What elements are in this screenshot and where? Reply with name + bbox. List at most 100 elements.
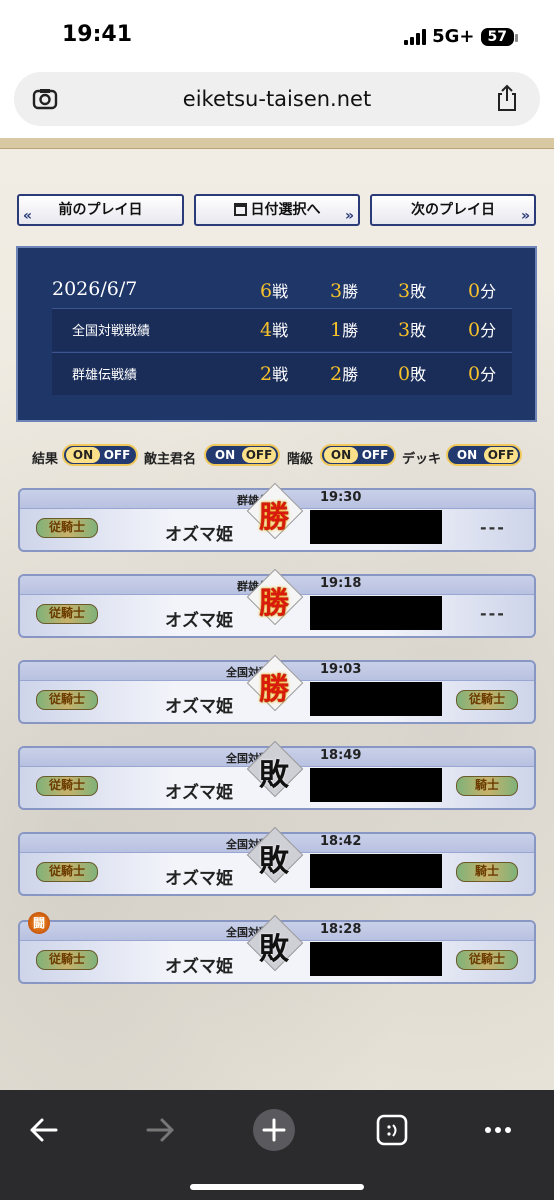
player-name: オズマ姫 [165, 869, 233, 889]
double-chevron-right-icon: » [520, 208, 530, 224]
my-rank-emblem: 従騎士 [30, 856, 104, 886]
double-chevron-right-icon: » [344, 208, 354, 224]
loss-badge: 敗 [246, 740, 304, 798]
enemy-name-toggle[interactable]: ON OFF [204, 444, 280, 466]
opponent-rank-emblem: 騎士 [450, 770, 524, 800]
home-indicator[interactable] [190, 1184, 364, 1190]
redacted-opponent [310, 942, 442, 976]
total-losses: 3敗 [398, 280, 427, 302]
date-select-label: 日付選択へ [250, 202, 321, 218]
status-time: 19:41 [62, 22, 133, 47]
display-toggles: 結果 ON OFF 敵主君名 ON OFF 階級 ON OFF デッキ ON O… [0, 444, 554, 468]
toggle-on: ON [324, 447, 358, 463]
summary-date: 2026/6/7 [52, 278, 138, 300]
fight-flame-icon: 闘 [28, 912, 50, 934]
toggle-label-enemy-name: 敵主君名 [144, 452, 197, 467]
total-wins: 3勝 [330, 280, 359, 302]
opponent-rank: --- [480, 518, 506, 537]
deck-toggle[interactable]: ON OFF [446, 444, 522, 466]
opponent-rank: --- [480, 604, 506, 623]
match-time: 19:18 [320, 576, 362, 591]
loss-badge: 敗 [246, 826, 304, 884]
my-rank-emblem: 従騎士 [30, 944, 104, 974]
toggle-on: ON [456, 448, 478, 462]
forward-arrow-icon[interactable] [138, 1108, 182, 1152]
new-tab-icon[interactable] [252, 1108, 296, 1152]
redacted-opponent [310, 510, 442, 544]
match-card[interactable]: 全国対戦 18:42 従騎士 オズマ姫 敗 騎士 [18, 826, 536, 896]
match-time: 19:30 [320, 490, 362, 505]
opponent-rank-emblem: 従騎士 [450, 684, 524, 714]
stats-row-label: 全国対戦戦績 [72, 324, 151, 339]
prev-play-day-button[interactable]: « 前のプレイ日 [17, 194, 184, 226]
url-text[interactable]: eiketsu-taisen.net [14, 87, 540, 111]
prev-play-day-label: 前のプレイ日 [58, 202, 143, 218]
toggle-label-rank: 階級 [287, 452, 314, 467]
gunyuden-battles: 2戦 [260, 363, 289, 385]
toggle-on: ON [214, 448, 236, 462]
gunyuden-draws: 0分 [468, 363, 497, 385]
national-battles: 4戦 [260, 319, 289, 341]
toggle-on: ON [66, 447, 100, 463]
my-rank-emblem: 従騎士 [30, 512, 104, 542]
double-chevron-left-icon: « [23, 208, 33, 224]
browser-address-area: eiketsu-taisen.net [0, 66, 554, 138]
player-name: オズマ姫 [165, 783, 233, 803]
opponent-rank-emblem: 騎士 [450, 856, 524, 886]
toggle-label-result: 結果 [32, 452, 59, 467]
match-card[interactable]: 闘 全国対戦 18:28 従騎士 オズマ姫 敗 従騎士 [18, 912, 536, 984]
win-badge: 勝 [246, 482, 304, 540]
win-badge: 勝 [246, 654, 304, 712]
redacted-opponent [310, 596, 442, 630]
share-icon[interactable] [494, 84, 520, 112]
redacted-opponent [310, 682, 442, 716]
my-rank-emblem: 従騎士 [30, 684, 104, 714]
calendar-icon [233, 203, 247, 216]
result-toggle[interactable]: ON OFF [62, 444, 138, 466]
next-play-day-button[interactable]: 次のプレイ日 » [370, 194, 536, 226]
date-select-button[interactable]: 日付選択へ » [194, 194, 360, 226]
player-name: オズマ姫 [165, 611, 233, 631]
rank-toggle[interactable]: ON OFF [320, 444, 396, 466]
tabs-icon[interactable] [370, 1108, 414, 1152]
battery-icon: 57 [480, 27, 519, 46]
my-rank-emblem: 従騎士 [30, 598, 104, 628]
toggle-off: OFF [103, 448, 131, 462]
gunyuden-losses: 0敗 [398, 363, 427, 385]
status-indicators: 5G+ 57 [404, 26, 519, 47]
status-bar: 19:41 5G+ 57 [0, 0, 554, 70]
player-name: オズマ姫 [165, 957, 233, 977]
match-card[interactable]: 群雄伝 19:30 従騎士 オズマ姫 勝 --- [18, 482, 536, 552]
opponent-rank-emblem: 従騎士 [450, 944, 524, 974]
redacted-opponent [310, 854, 442, 888]
total-battles: 6戦 [260, 280, 289, 302]
national-wins: 1勝 [330, 319, 359, 341]
address-bar[interactable]: eiketsu-taisen.net [14, 72, 540, 126]
page-content: « 前のプレイ日 日付選択へ » 次のプレイ日 » 2026/6/7 6戦 3勝… [0, 138, 554, 1090]
stats-row-label: 群雄伝戦績 [72, 368, 138, 383]
match-time: 18:42 [320, 834, 362, 849]
toggle-label-deck: デッキ [402, 452, 442, 467]
back-arrow-icon[interactable] [22, 1108, 66, 1152]
match-time: 19:03 [320, 662, 362, 677]
total-draws: 0分 [468, 280, 497, 302]
redacted-opponent [310, 768, 442, 802]
my-rank-emblem: 従騎士 [30, 770, 104, 800]
network-label: 5G+ [432, 26, 475, 47]
match-time: 18:49 [320, 748, 362, 763]
win-badge: 勝 [246, 568, 304, 626]
match-time: 18:28 [320, 922, 362, 937]
player-name: オズマ姫 [165, 525, 233, 545]
more-icon[interactable] [476, 1108, 520, 1152]
national-losses: 3敗 [398, 319, 427, 341]
match-card[interactable]: 全国対戦 19:03 従騎士 オズマ姫 勝 従騎士 [18, 654, 536, 724]
player-name: オズマ姫 [165, 697, 233, 717]
stats-summary: 2026/6/7 6戦 3勝 3敗 0分 全国対戦戦績 4戦 1勝 3敗 0分 … [16, 246, 537, 422]
match-card[interactable]: 群雄伝 19:18 従騎士 オズマ姫 勝 --- [18, 568, 536, 638]
national-draws: 0分 [468, 319, 497, 341]
loss-badge: 敗 [246, 914, 304, 972]
top-border [0, 138, 554, 149]
match-card[interactable]: 全国対戦 18:49 従騎士 オズマ姫 敗 騎士 [18, 740, 536, 810]
toggle-off: OFF [242, 447, 276, 463]
gunyuden-wins: 2勝 [330, 363, 359, 385]
